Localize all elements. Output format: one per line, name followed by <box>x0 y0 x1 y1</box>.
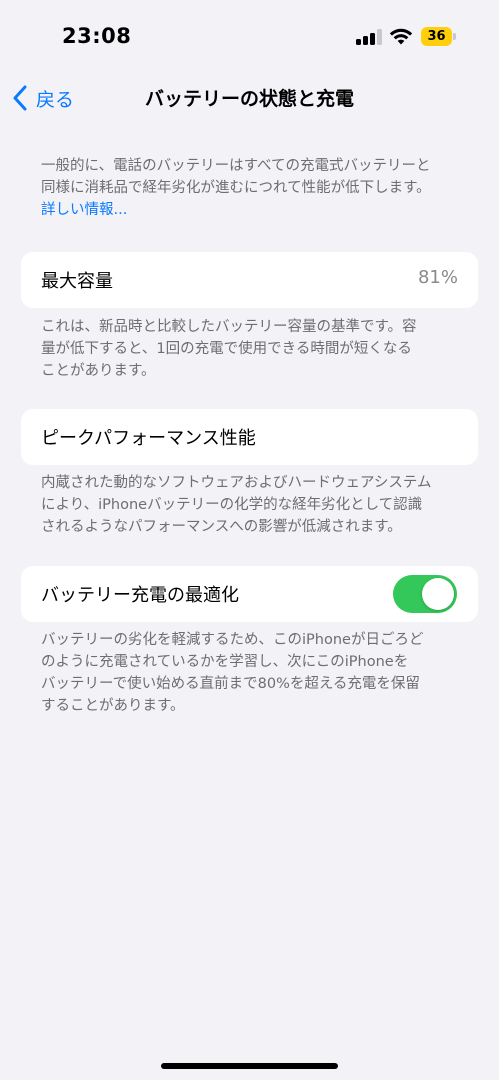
optimized-charging-label: バッテリー充電の最適化 <box>41 585 239 606</box>
max-capacity-row: 最大容量 81% <box>21 252 478 308</box>
wifi-icon <box>389 28 413 45</box>
max-capacity-desc-line-3: ことがあります。 <box>41 363 156 379</box>
cellular-signal-icon <box>356 29 382 45</box>
status-bar: 23:08 36 <box>0 0 499 60</box>
max-capacity-desc-line-1: これは、新品時と比較したバッテリー容量の基準です。容 <box>41 319 417 335</box>
status-time: 23:08 <box>62 24 132 48</box>
optimized-charging-desc-line-4: することがあります。 <box>41 698 185 714</box>
max-capacity-desc-line-2: 量が低下すると、1回の充電で使用できる時間が短くなる <box>41 341 412 357</box>
optimized-charging-desc-line-2: のように充電されているかを学習し、次にこのiPhoneを <box>41 654 409 670</box>
page-title: バッテリーの状態と充電 <box>144 88 354 110</box>
optimized-charging-description: バッテリーの劣化を軽減するため、このiPhoneが日ごろど のように充電されてい… <box>41 629 461 717</box>
optimized-charging-toggle[interactable] <box>393 575 457 613</box>
home-indicator[interactable] <box>161 1063 338 1069</box>
battery-level: 36 <box>427 29 446 44</box>
battery-cap <box>453 33 456 40</box>
optimized-charging-row: バッテリー充電の最適化 <box>21 566 478 622</box>
peak-performance-desc-line-2: により、iPhoneバッテリーの化学的な経年劣化として認識 <box>41 497 423 513</box>
max-capacity-description: これは、新品時と比較したバッテリー容量の基準です。容 量が低下すると、1回の充電… <box>41 316 461 382</box>
intro-line-2: 同様に消耗品で経年劣化が進むにつれて性能が低下します。 <box>41 180 431 196</box>
optimized-charging-desc-line-1: バッテリーの劣化を軽減するため、このiPhoneが日ごろど <box>41 632 424 648</box>
optimized-charging-desc-line-3: バッテリーで使い始める直前まで80%を超える充電を保留 <box>41 676 420 692</box>
peak-performance-row: ピークパフォーマンス性能 <box>21 409 478 465</box>
peak-performance-label: ピークパフォーマンス性能 <box>41 428 256 449</box>
toggle-knob <box>422 578 454 610</box>
intro-description: 一般的に、電話のバッテリーはすべての充電式バッテリーと 同様に消耗品で経年劣化が… <box>41 155 461 221</box>
learn-more-link[interactable]: 詳しい情報... <box>41 199 461 221</box>
intro-line-1: 一般的に、電話のバッテリーはすべての充電式バッテリーと <box>41 158 431 174</box>
navigation-bar: 戻る バッテリーの状態と充電 <box>0 76 499 120</box>
max-capacity-value: 81% <box>417 267 458 288</box>
battery-health-screen: 23:08 36 戻る バッテリーの状態と充電 一般的に、電話のバッテリーはすべ… <box>0 0 499 1080</box>
peak-performance-desc-line-1: 内蔵された動的なソフトウェアおよびハードウェアシステム <box>41 475 432 491</box>
battery-icon: 36 <box>421 27 452 46</box>
peak-performance-desc-line-3: されるようなパフォーマンスへの影響が低減されます。 <box>41 519 402 535</box>
peak-performance-description: 内蔵された動的なソフトウェアおよびハードウェアシステム により、iPhoneバッ… <box>41 472 461 538</box>
max-capacity-label: 最大容量 <box>41 271 113 292</box>
